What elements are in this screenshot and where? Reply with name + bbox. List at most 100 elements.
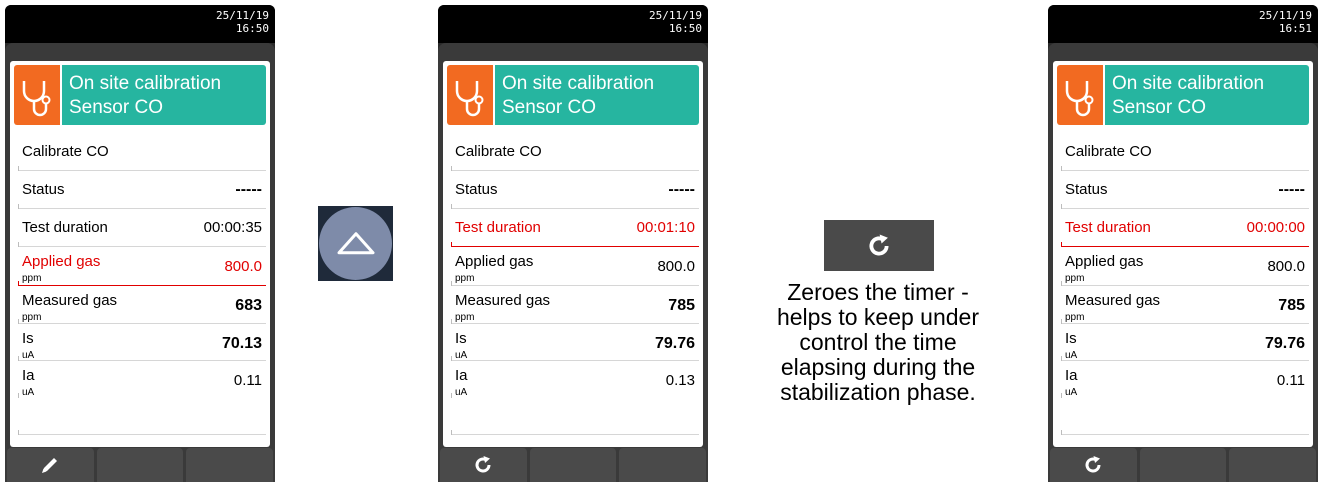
row-value: 00:00:00 [1246,219,1305,236]
row-label: Status [22,181,65,198]
status-bar: 25/11/19 16:50 [5,5,275,43]
row-value: 800.0 [224,258,262,275]
row-value: 70.13 [221,335,262,352]
row-value: 00:00:35 [203,219,262,236]
row-ia[interactable]: Ia uA 0.11 [1061,361,1309,398]
softkey-bar [1050,448,1317,482]
row-value: 0.11 [1276,372,1305,389]
row-unit: ppm [455,273,475,284]
clock: 25/11/19 16:50 [216,9,269,35]
time-text: 16:50 [235,22,269,35]
softkey-2[interactable] [96,448,184,482]
row-unit: ppm [22,273,42,284]
row-unit: ppm [1065,273,1085,284]
row-label: Applied gas [22,253,101,270]
reset-timer-softkey[interactable] [440,448,527,482]
row-value: 785 [1278,297,1305,314]
row-test-duration[interactable]: Test duration 00:00:35 [18,209,266,247]
row-value: ----- [1278,181,1305,198]
row-value: 0.11 [233,372,262,389]
row-measured-gas[interactable]: Measured gas ppm 683 [18,286,266,324]
row-unit: uA [1065,350,1078,361]
up-circle [319,207,392,280]
time-text: 16:51 [1278,22,1312,35]
row-status[interactable]: Status ----- [451,171,699,209]
row-value: 00:01:10 [636,219,695,236]
row-label: Calibrate CO [22,143,109,160]
row-status[interactable]: Status ----- [18,171,266,209]
softkey-3[interactable] [186,448,274,482]
edit-softkey[interactable] [7,448,94,482]
row-applied-gas[interactable]: Applied gas ppm 800.0 [18,247,266,286]
device-screen-1: 25/11/19 16:50 On site calibration Senso… [5,5,275,482]
refresh-icon [1085,456,1101,473]
row-value: ----- [235,181,262,198]
arrow-up-icon [337,231,374,254]
softkey-bar [7,448,274,482]
device-screen-3: 25/11/19 16:51 On site calibration Senso… [1048,5,1318,482]
row-label: Ia [22,367,35,384]
row-value: 800.0 [657,258,695,275]
row-label: Calibrate CO [455,143,542,160]
stethoscope-icon [447,65,493,125]
row-unit: uA [1065,387,1078,398]
caption-line: Zeroes the timer - [787,279,969,305]
row-calibrate[interactable]: Calibrate CO [1061,133,1309,171]
status-bar: 25/11/19 16:50 [438,5,708,43]
row-label: Status [1065,181,1108,198]
row-label: Ia [1065,367,1078,384]
up-arrow-button[interactable] [318,206,393,281]
row-ia[interactable]: Ia uA 0.11 [18,361,266,398]
caption-line: control the time [799,329,957,355]
row-calibrate[interactable]: Calibrate CO [18,133,266,171]
clock: 25/11/19 16:50 [649,9,702,35]
row-unit: uA [455,350,468,361]
row-measured-gas[interactable]: Measured gas ppm 785 [1061,286,1309,324]
row-value: 79.76 [654,335,695,352]
reset-timer-button[interactable] [824,220,934,271]
row-is[interactable]: Is uA 79.76 [451,324,699,361]
softkey-2[interactable] [1139,448,1227,482]
title-line-2: Sensor CO [1112,97,1206,118]
status-bar: 25/11/19 16:51 [1048,5,1318,43]
date-text: 25/11/19 [216,9,269,22]
caption-line: stabilization phase. [780,379,976,405]
row-test-duration[interactable]: Test duration 00:01:10 [451,209,699,247]
row-applied-gas[interactable]: Applied gas ppm 800.0 [1061,247,1309,286]
reset-timer-softkey[interactable] [1050,448,1137,482]
page-header: On site calibration Sensor CO [447,65,699,125]
title-line-1: On site calibration [502,73,655,94]
row-calibrate[interactable]: Calibrate CO [451,133,699,171]
title-line-1: On site calibration [69,73,222,94]
time-text: 16:50 [668,22,702,35]
row-label: Is [455,330,467,347]
device-screen-2: 25/11/19 16:50 On site calibration Senso… [438,5,708,482]
screen: On site calibration Sensor CO Calibrate … [1053,61,1313,447]
softkey-3[interactable] [619,448,707,482]
row-status[interactable]: Status ----- [1061,171,1309,209]
row-measured-gas[interactable]: Measured gas ppm 785 [451,286,699,324]
row-value: 800.0 [1267,258,1305,275]
pencil-icon [42,458,58,473]
row-empty [18,398,266,435]
refresh-icon [475,456,491,473]
row-is[interactable]: Is uA 70.13 [18,324,266,361]
row-label: Test duration [22,219,108,236]
softkey-2[interactable] [529,448,617,482]
row-empty [1061,398,1309,435]
page-header: On site calibration Sensor CO [1057,65,1309,125]
row-ia[interactable]: Ia uA 0.13 [451,361,699,398]
row-unit: uA [22,387,35,398]
row-test-duration[interactable]: Test duration 00:00:00 [1061,209,1309,247]
row-is[interactable]: Is uA 79.76 [1061,324,1309,361]
row-unit: uA [22,350,35,361]
row-value: 79.76 [1264,335,1305,352]
row-label: Calibrate CO [1065,143,1152,160]
title-line-2: Sensor CO [69,97,163,118]
row-value: 785 [668,297,695,314]
row-label: Status [455,181,498,198]
screen: On site calibration Sensor CO Calibrate … [10,61,270,447]
row-empty [451,398,699,435]
row-applied-gas[interactable]: Applied gas ppm 800.0 [451,247,699,286]
softkey-3[interactable] [1229,448,1317,482]
